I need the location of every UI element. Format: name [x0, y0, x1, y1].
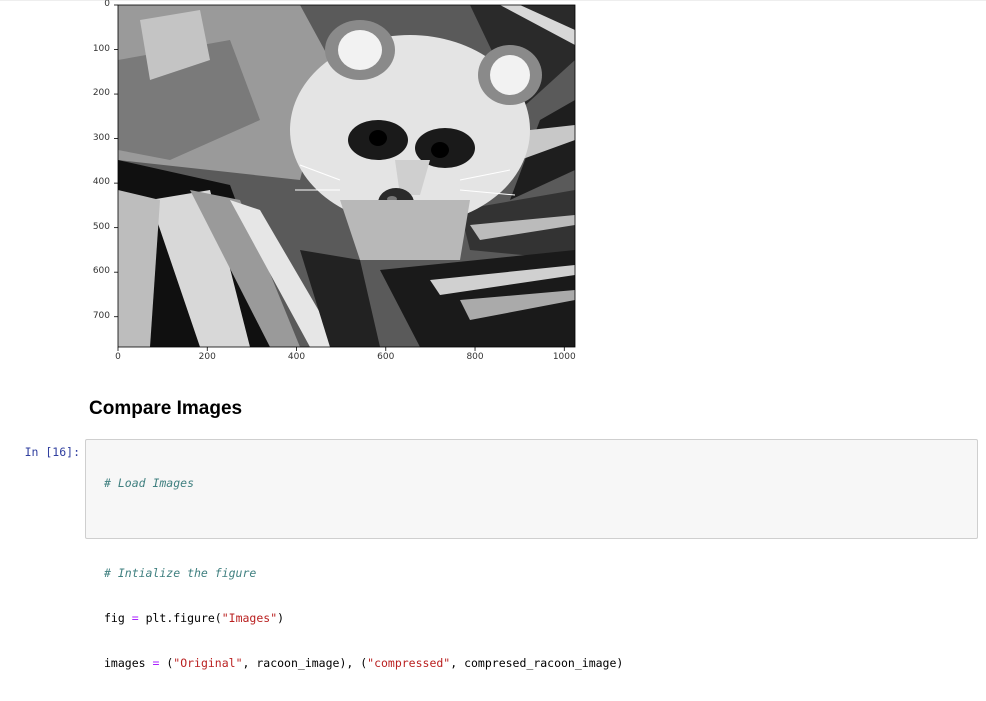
code-string: "Images" [221, 611, 278, 625]
y-axis-ticks [114, 4, 118, 318]
x-tick-label: 200 [198, 352, 216, 362]
y-tick-label: 100 [92, 43, 110, 54]
output-figure: 0 100 200 300 400 500 600 700 0 200 400 600 800 1000 [0, 0, 600, 370]
y-tick-label: 600 [92, 266, 110, 277]
code-token: , racoon_image), ( [242, 656, 368, 670]
x-tick-label: 1000 [552, 352, 576, 362]
code-token: ) [277, 611, 285, 625]
code-token: images [104, 656, 153, 670]
x-tick-label: 600 [377, 352, 395, 362]
code-comment-init: # Intialize the figure [104, 566, 257, 580]
code-token: plt.figure( [138, 611, 222, 625]
x-axis-ticks [117, 347, 565, 351]
code-line-fig: fig = plt.figure("Images") [104, 611, 623, 626]
code-operator: = [131, 611, 139, 625]
code-line-images: images = ("Original", racoon_image), ("c… [104, 656, 623, 671]
y-tick-label: 0 [104, 0, 110, 9]
code-token: , compresed_racoon_image) [450, 656, 624, 670]
code-token: fig [104, 611, 132, 625]
code-operator: = [152, 656, 160, 670]
y-tick-label: 400 [92, 177, 110, 188]
racoon-image [118, 5, 575, 347]
y-tick-label: 300 [92, 132, 110, 143]
code-editor[interactable]: # Load Images # Intialize the figure fig… [104, 446, 623, 701]
code-comment-load: # Load Images [104, 476, 195, 490]
y-tick-label: 500 [92, 221, 110, 232]
code-string: "compressed" [367, 656, 451, 670]
y-tick-label: 200 [92, 88, 110, 99]
x-tick-label: 400 [287, 352, 306, 362]
code-token: ( [159, 656, 174, 670]
code-cell-input[interactable]: # Load Images # Intialize the figure fig… [85, 439, 978, 670]
x-tick-label: 800 [466, 352, 484, 362]
compare-images-heading: Compare Images [89, 398, 243, 419]
cell-prompt: In [16]: [24, 445, 80, 459]
code-string: "Original" [173, 656, 243, 670]
y-tick-label: 700 [92, 310, 110, 321]
x-tick-label: 0 [115, 352, 121, 362]
